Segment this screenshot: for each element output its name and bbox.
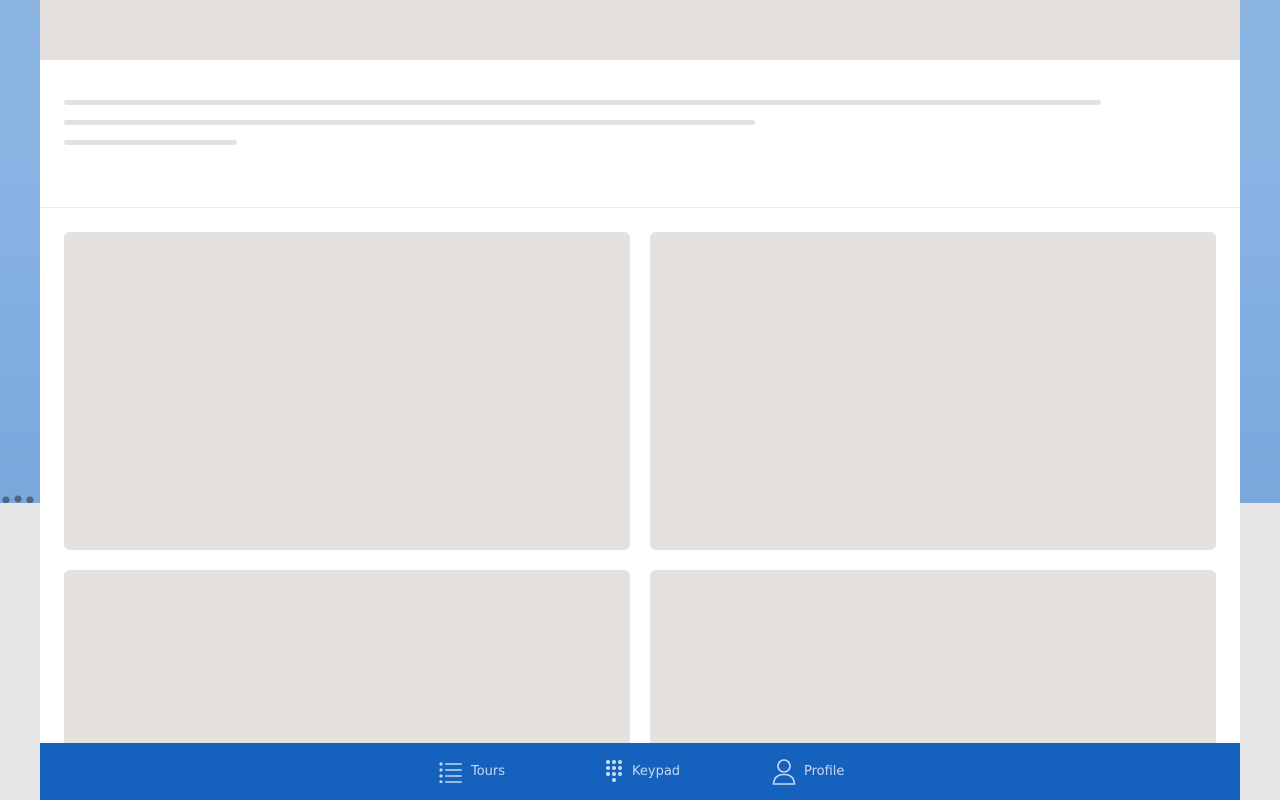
- tour-card-placeholder: [650, 570, 1216, 770]
- user-icon: [772, 758, 796, 785]
- text-line-placeholder: [64, 120, 755, 125]
- list-icon: [439, 761, 463, 783]
- text-line-placeholder: [64, 140, 237, 145]
- nav-item-label: Tours: [471, 764, 506, 779]
- nav-item-label: Keypad: [632, 764, 681, 779]
- nav-item-profile[interactable]: Profile: [772, 743, 844, 800]
- intro-section-placeholder: [40, 60, 1240, 208]
- tour-card-placeholder: [650, 232, 1216, 550]
- bottom-navigation-bar: Tours Keypad Profile: [40, 743, 1240, 800]
- text-line-placeholder: [64, 100, 1101, 105]
- nav-item-keypad[interactable]: Keypad: [604, 743, 680, 800]
- tour-card-placeholder: [64, 570, 630, 770]
- hero-image-placeholder: [40, 0, 1240, 60]
- keypad-icon: [604, 759, 624, 785]
- background-treeline: [0, 488, 40, 503]
- app-content: [40, 0, 1240, 800]
- nav-item-label: Profile: [804, 764, 845, 779]
- nav-item-tours[interactable]: Tours: [439, 743, 505, 800]
- tour-card-placeholder: [64, 232, 630, 550]
